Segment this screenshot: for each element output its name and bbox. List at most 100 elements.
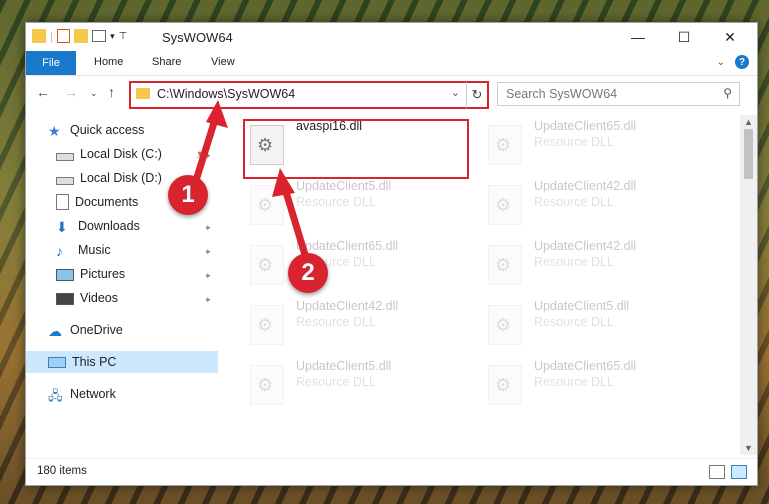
properties-icon[interactable] [57,29,71,43]
file-item[interactable]: ⚙ UpdateClient42.dll Resource DLL [483,237,708,289]
drive-icon [56,177,74,185]
folder-icon [32,29,46,43]
address-bar[interactable]: C:\Windows\SysWOW64 ⌄ [129,81,468,109]
file-type: Resource DLL [534,195,614,209]
sidebar-item-network[interactable]: 🖧 Network [48,383,238,405]
music-icon: ♪ [56,243,63,259]
address-path[interactable]: C:\Windows\SysWOW64 [157,87,295,101]
gear-icon: ⚙ [495,135,512,155]
file-type: Resource DLL [296,195,376,209]
tab-home[interactable]: Home [94,56,123,68]
window-title: SysWOW64 [162,30,233,45]
gear-icon: ⚙ [495,255,512,275]
file-highlight-box [243,119,469,179]
sidebar-item-documents[interactable]: Documents [56,191,246,213]
scroll-up-icon[interactable]: ▲ [744,117,753,127]
file-name: UpdateClient42.dll [296,299,399,313]
refresh-icon: ↻ [471,87,483,102]
tab-share[interactable]: Share [152,56,181,68]
sidebar-item-local-disk-c[interactable]: Local Disk (C:) 📌 [56,143,246,165]
scrollbar-thumb[interactable] [744,129,753,179]
minimize-button[interactable]: — [615,23,661,51]
refresh-button[interactable]: ↻ [466,81,489,109]
pin-toolbar-icon[interactable]: ⊤ [119,31,128,42]
expand-ribbon-icon[interactable]: ⌄ [717,57,725,68]
search-icon[interactable]: ⚲ [723,86,732,100]
gear-icon: ⚙ [495,315,512,335]
folder-icon [136,88,150,99]
dll-file-icon: ⚙ [488,305,522,345]
forward-arrow-icon[interactable]: → [64,84,78,100]
sidebar-item-onedrive[interactable]: ☁ OneDrive [48,319,238,341]
close-button[interactable]: ✕ [707,23,753,51]
file-item[interactable]: ⚙ UpdateClient65.dll Resource DLL [483,357,708,409]
gear-icon: ⚙ [257,255,274,275]
pin-icon: ✦ [204,247,212,257]
ribbon-tabs: File Home Share View ⌄ ? [26,51,757,76]
dll-file-icon: ⚙ [488,365,522,405]
maximize-button[interactable]: ☐ [661,23,707,51]
file-item[interactable]: ⚙ UpdateClient42.dll Resource DLL [483,177,708,229]
file-type: Resource DLL [296,315,376,329]
file-type: Resource DLL [534,375,614,389]
star-icon: ★ [48,123,61,139]
file-name: UpdateClient5.dll [534,299,630,313]
sidebar-item-music[interactable]: ♪ Music [56,239,246,261]
tab-file[interactable]: File [26,51,76,75]
gear-icon: ⚙ [495,375,512,395]
network-icon: 🖧 [48,388,63,403]
documents-icon [56,194,69,210]
gear-icon: ⚙ [257,195,274,215]
file-item[interactable]: ⚙ UpdateClient5.dll Resource DLL [245,357,470,409]
pictures-icon [56,269,74,281]
sidebar-item-pictures[interactable]: Pictures [56,263,246,285]
up-arrow-icon[interactable]: ↑ [108,84,115,100]
sidebar-item-videos[interactable]: Videos [56,287,246,309]
file-explorer-window: | ▾ ⊤ SysWOW64 — ☐ ✕ File Home Share Vie… [25,22,758,486]
pin-icon: ✦ [204,151,212,161]
sidebar-item-downloads[interactable]: ⬇ Downloads [56,215,246,237]
scroll-down-icon[interactable]: ▼ [744,443,753,453]
dll-file-icon: ⚙ [250,365,284,405]
navigation-pane: ★ Quick access Local Disk (C:) 📌 Local D… [26,115,219,455]
dll-file-icon: ⚙ [250,305,284,345]
back-arrow-icon[interactable]: ← [36,84,50,100]
file-item[interactable]: ⚙ UpdateClient42.dll Resource DLL [245,297,470,349]
chevron-down-icon[interactable]: ▾ [110,31,115,42]
dll-file-icon: ⚙ [250,245,284,285]
sidebar-item-quick-access[interactable]: ★ Quick access [48,119,238,141]
file-name: UpdateClient65.dll [534,359,637,373]
quick-access-toolbar: | ▾ ⊤ [32,29,127,43]
file-item[interactable]: ⚙ UpdateClient5.dll Resource DLL [483,297,708,349]
gear-icon: ⚙ [495,195,512,215]
large-icons-view-icon[interactable] [731,465,747,479]
file-name: UpdateClient5.dll [296,359,392,373]
help-icon[interactable]: ? [735,55,749,69]
videos-icon [56,293,74,305]
file-item[interactable]: ⚙ UpdateClient65.dll Resource DLL [483,117,708,169]
tab-view[interactable]: View [211,56,235,68]
file-name: UpdateClient42.dll [534,179,637,193]
dll-file-icon: ⚙ [488,245,522,285]
details-view-icon[interactable] [709,465,725,479]
new-folder-icon[interactable] [74,29,89,43]
vertical-scrollbar[interactable]: ▲ ▼ [740,115,757,455]
cloud-icon: ☁ [48,323,62,339]
sidebar-item-local-disk-d[interactable]: Local Disk (D:) [56,167,246,189]
recent-locations-icon[interactable]: ⌄ [90,88,98,99]
status-bar: 180 items [26,458,757,485]
file-item[interactable]: ⚙ UpdateClient5.dll Resource DLL [245,177,470,229]
file-type: Resource DLL [534,255,614,269]
file-item[interactable]: ⚙ UpdateClient65.dll Resource DLL [245,237,470,289]
pin-icon: ✦ [204,271,212,281]
gear-icon: ⚙ [257,315,274,335]
sidebar-item-this-pc[interactable]: This PC [26,351,218,373]
dll-file-icon: ⚙ [488,185,522,225]
search-input[interactable]: Search SysWOW64 ⚲ [497,82,740,106]
file-type: Resource DLL [296,375,376,389]
pc-icon [48,357,66,368]
file-type: Resource DLL [534,135,614,149]
customize-icon[interactable] [92,30,107,42]
chevron-down-icon[interactable]: ⌄ [451,86,460,99]
dll-file-icon: ⚙ [250,185,284,225]
